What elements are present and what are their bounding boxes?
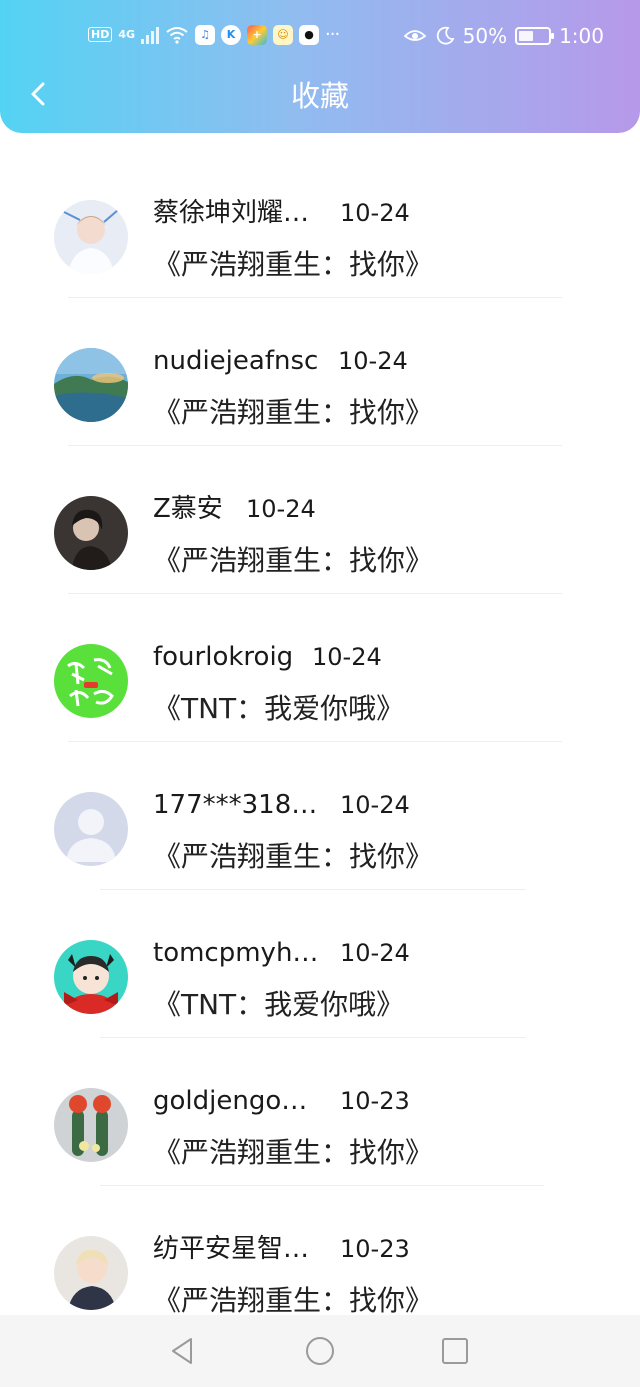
work-title[interactable]: 《严浩翔重生：找你》 xyxy=(153,838,433,876)
kugou-app-icon: K xyxy=(221,24,242,45)
list-item[interactable]: 蔡徐坤刘耀… 10-24 《严浩翔重生：找你》 xyxy=(0,150,640,298)
list-item[interactable]: goldjengo… 10-23 《严浩翔重生：找你》 xyxy=(0,1038,640,1186)
nav-home-button[interactable] xyxy=(302,1333,338,1369)
clock: 1:00 xyxy=(559,24,604,48)
user-name: nudiejeafnsc xyxy=(153,346,319,376)
emoji-app-icon: ☺ xyxy=(273,24,294,45)
list-item[interactable]: nudiejeafnsc 10-24 《严浩翔重生：找你》 xyxy=(0,298,640,446)
work-title[interactable]: 《严浩翔重生：找你》 xyxy=(153,542,433,580)
triangle-back-icon xyxy=(172,1338,192,1364)
do-not-disturb-icon xyxy=(436,26,455,45)
favorite-date: 10-24 xyxy=(312,643,382,671)
qq-app-icon: ● xyxy=(299,24,320,45)
colorful-app-icon: + xyxy=(247,24,268,45)
favorite-date: 10-24 xyxy=(340,199,410,227)
list-item[interactable]: fourlokroig 10-24 《TNT：我爱你哦》 xyxy=(0,594,640,742)
music-app-icon: ♫ xyxy=(195,24,216,45)
status-right: 50% 1:00 xyxy=(403,24,604,48)
work-title[interactable]: 《严浩翔重生：找你》 xyxy=(153,1134,433,1172)
square-recents-icon xyxy=(442,1338,468,1364)
favorite-date: 10-24 xyxy=(340,791,410,819)
nav-recents-button[interactable] xyxy=(437,1333,473,1369)
user-name: goldjengo… xyxy=(153,1086,308,1116)
work-title[interactable]: 《严浩翔重生：找你》 xyxy=(153,246,433,284)
system-nav-bar xyxy=(0,1315,640,1387)
favorites-list: 蔡徐坤刘耀… 10-24 《严浩翔重生：找你》 nudiejeafnsc 10-… xyxy=(0,150,640,1334)
wifi-icon xyxy=(166,26,188,44)
avatar[interactable] xyxy=(54,1088,128,1162)
user-name: 177***318… xyxy=(153,790,318,820)
favorite-date: 10-23 xyxy=(340,1235,410,1263)
work-title[interactable]: 《TNT：我爱你哦》 xyxy=(153,690,404,728)
hd-icon: HD xyxy=(88,27,113,42)
avatar[interactable] xyxy=(54,792,128,866)
nav-back-button[interactable] xyxy=(164,1333,200,1369)
battery-icon xyxy=(515,27,555,45)
page-title: 收藏 xyxy=(290,79,349,113)
network-type: 4G xyxy=(118,28,136,41)
user-name: Z慕安 xyxy=(153,494,223,524)
avatar[interactable] xyxy=(54,940,128,1014)
favorite-date: 10-24 xyxy=(246,495,316,523)
favorite-date: 10-24 xyxy=(338,347,408,375)
favorite-date: 10-24 xyxy=(340,939,410,967)
status-left: HD 4G ♫ K + ☺ ● ··· xyxy=(88,24,340,45)
work-title[interactable]: 《TNT：我爱你哦》 xyxy=(153,986,404,1024)
work-title[interactable]: 《严浩翔重生：找你》 xyxy=(153,394,433,432)
user-name: 蔡徐坤刘耀… xyxy=(153,198,310,228)
user-name: tomcpmyh… xyxy=(153,938,319,968)
list-item[interactable]: tomcpmyh… 10-24 《TNT：我爱你哦》 xyxy=(0,890,640,1038)
eye-care-icon xyxy=(403,30,426,41)
more-notifications-icon: ··· xyxy=(325,24,340,45)
status-bar: HD 4G ♫ K + ☺ ● ··· 50% 1:00 xyxy=(0,18,640,58)
avatar[interactable] xyxy=(54,200,128,274)
circle-home-icon xyxy=(306,1337,334,1365)
header-bar: HD 4G ♫ K + ☺ ● ··· 50% 1:00 收藏 xyxy=(0,0,640,133)
signal-icon xyxy=(141,26,160,44)
avatar[interactable] xyxy=(54,1236,128,1310)
list-item[interactable]: 纺平安星智… 10-23 《严浩翔重生：找你》 xyxy=(0,1186,640,1334)
user-name: fourlokroig xyxy=(153,642,294,672)
battery-percent: 50% xyxy=(462,24,508,48)
favorite-date: 10-23 xyxy=(340,1087,410,1115)
avatar[interactable] xyxy=(54,496,128,570)
list-item[interactable]: Z慕安 10-24 《严浩翔重生：找你》 xyxy=(0,446,640,594)
avatar[interactable] xyxy=(54,348,128,422)
user-name: 纺平安星智… xyxy=(153,1234,310,1264)
avatar[interactable] xyxy=(54,644,128,718)
list-item[interactable]: 177***318… 10-24 《严浩翔重生：找你》 xyxy=(0,742,640,890)
